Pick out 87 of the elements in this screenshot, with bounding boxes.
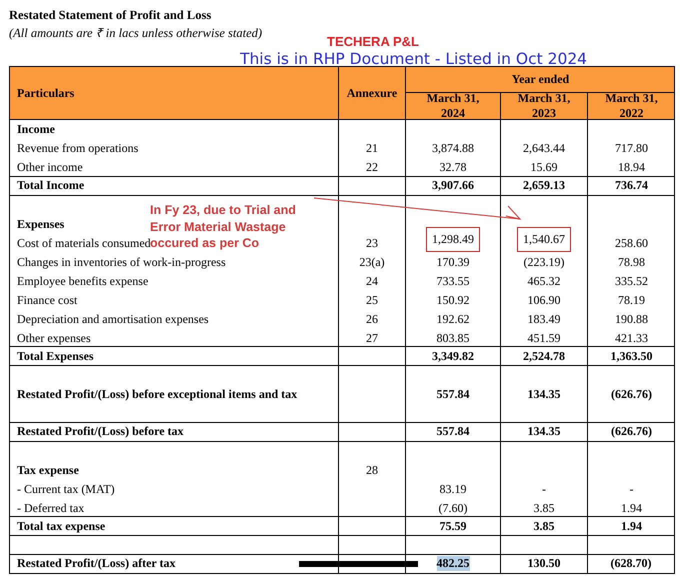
table-cell: 150.92 xyxy=(436,292,470,308)
row-label: - Current tax (MAT) xyxy=(17,482,115,496)
row-label: Restated Profit/(Loss) before tax xyxy=(17,424,184,439)
table-cell: 557.84 xyxy=(436,387,470,402)
table-cell: 2,524.78 xyxy=(523,348,565,364)
document-subtitle: (All amounts are ₹ in lacs unless otherwise stated) xyxy=(9,26,262,41)
table-cell: 78.19 xyxy=(618,292,645,308)
row-label: Revenue from operations xyxy=(17,141,138,156)
row-label: Restated Profit/(Loss) before exceptional items and tax xyxy=(17,387,298,402)
table-cell: 451.59 xyxy=(528,330,560,346)
table-cell: 130.50 xyxy=(528,556,560,571)
table-cell: 24 xyxy=(366,274,378,288)
row-label: Finance cost xyxy=(17,292,78,308)
table-cell: 27 xyxy=(366,330,378,346)
table-cell: 26 xyxy=(366,312,378,326)
table-cell: 183.49 xyxy=(528,312,560,326)
table-cell: 23(a) xyxy=(359,254,385,270)
table-cell: - xyxy=(630,482,634,496)
table-cell: 18.94 xyxy=(618,160,645,175)
table-cell: 3.85 xyxy=(534,500,554,516)
table-cell: 25 xyxy=(366,292,378,308)
table-cell: 3,874.88 xyxy=(432,141,474,156)
highlighted-value: 482.25 xyxy=(436,556,470,571)
table-cell: 421.33 xyxy=(615,330,648,346)
overlay-title: TECHERA P&L xyxy=(327,34,419,49)
table-cell: 23 xyxy=(366,236,378,250)
table-cell: 106.90 xyxy=(528,292,560,308)
table-cell: 170.39 xyxy=(436,254,470,270)
table-cell: 258.60 xyxy=(615,236,648,250)
column-header: March 31, 2023 xyxy=(516,91,572,121)
table-cell: 335.52 xyxy=(615,274,648,288)
table-cell: 190.88 xyxy=(615,312,648,326)
table-cell: 21 xyxy=(366,141,378,156)
document-title: Restated Statement of Profit and Loss xyxy=(9,8,212,23)
table-cell: (626.76) xyxy=(611,424,652,439)
column-header: March 31, 2022 xyxy=(604,91,659,121)
row-label: Other income xyxy=(17,160,83,175)
row-label: Total Income xyxy=(17,178,84,193)
table-cell: 15.69 xyxy=(530,160,558,175)
table-cell: (626.76) xyxy=(611,387,652,402)
table-cell: 28 xyxy=(366,462,378,478)
table-cell: (223.19) xyxy=(524,254,564,270)
row-label: Total tax expense xyxy=(17,518,106,534)
table-cell: (7.60) xyxy=(438,500,468,516)
row-label: Income xyxy=(17,122,55,137)
table-cell: 1,363.50 xyxy=(610,348,652,364)
row-label: Total Expenses xyxy=(17,348,94,364)
row-label: Cost of materials consumed xyxy=(17,236,151,250)
table-cell: 717.80 xyxy=(615,141,648,156)
table-cell: 83.19 xyxy=(440,482,466,496)
boxed-value: 1,540.67 xyxy=(517,226,571,252)
table-cell: 32.78 xyxy=(440,160,466,175)
row-label: Other expenses xyxy=(17,330,91,346)
table-cell: (628.70) xyxy=(610,556,652,571)
table-cell: 3,907.66 xyxy=(432,178,474,193)
table-cell: 1.94 xyxy=(621,500,642,516)
row-label: Employee benefits expense xyxy=(17,274,148,288)
row-label: Depreciation and amortisation expenses xyxy=(17,312,209,326)
table-cell: 75.59 xyxy=(440,518,466,534)
row-label: - Deferred tax xyxy=(17,500,84,516)
table-cell: 3,349.82 xyxy=(432,348,474,364)
column-header: Year ended xyxy=(512,72,570,87)
row-label: Tax expense xyxy=(17,462,79,478)
table-cell: 192.62 xyxy=(436,312,470,326)
table-cell: 1.94 xyxy=(621,518,642,534)
table-cell: 733.55 xyxy=(436,274,470,288)
table-cell: 803.85 xyxy=(436,330,470,346)
table-cell: 3.85 xyxy=(534,518,554,534)
column-header: Particulars xyxy=(17,86,74,100)
column-header: Annexure xyxy=(346,86,398,100)
column-header: March 31, 2024 xyxy=(426,91,480,121)
table-cell: 134.35 xyxy=(528,424,560,439)
row-label: Restated Profit/(Loss) after tax xyxy=(17,556,176,571)
row-label: Changes in inventories of work-in-progress xyxy=(17,254,226,270)
table-cell: 465.32 xyxy=(528,274,560,288)
table-cell: 78.98 xyxy=(618,254,645,270)
table-cell: 2,643.44 xyxy=(523,141,565,156)
table-cell: 22 xyxy=(366,160,378,175)
table-cell: 134.35 xyxy=(528,387,560,402)
table-cell: 557.84 xyxy=(436,424,470,439)
row-label: Expenses xyxy=(17,216,64,232)
overlay-note: This is in RHP Document - Listed in Oct 2024 xyxy=(240,49,588,69)
table-cell: 2,659.13 xyxy=(523,178,565,193)
annotation-text: In Fy 23, due to Trial and Error Material Wastage occured as per Co xyxy=(150,202,296,252)
table-cell: - xyxy=(542,482,546,496)
boxed-value: 1,298.49 xyxy=(426,226,480,252)
table-cell: 736.74 xyxy=(615,178,648,193)
